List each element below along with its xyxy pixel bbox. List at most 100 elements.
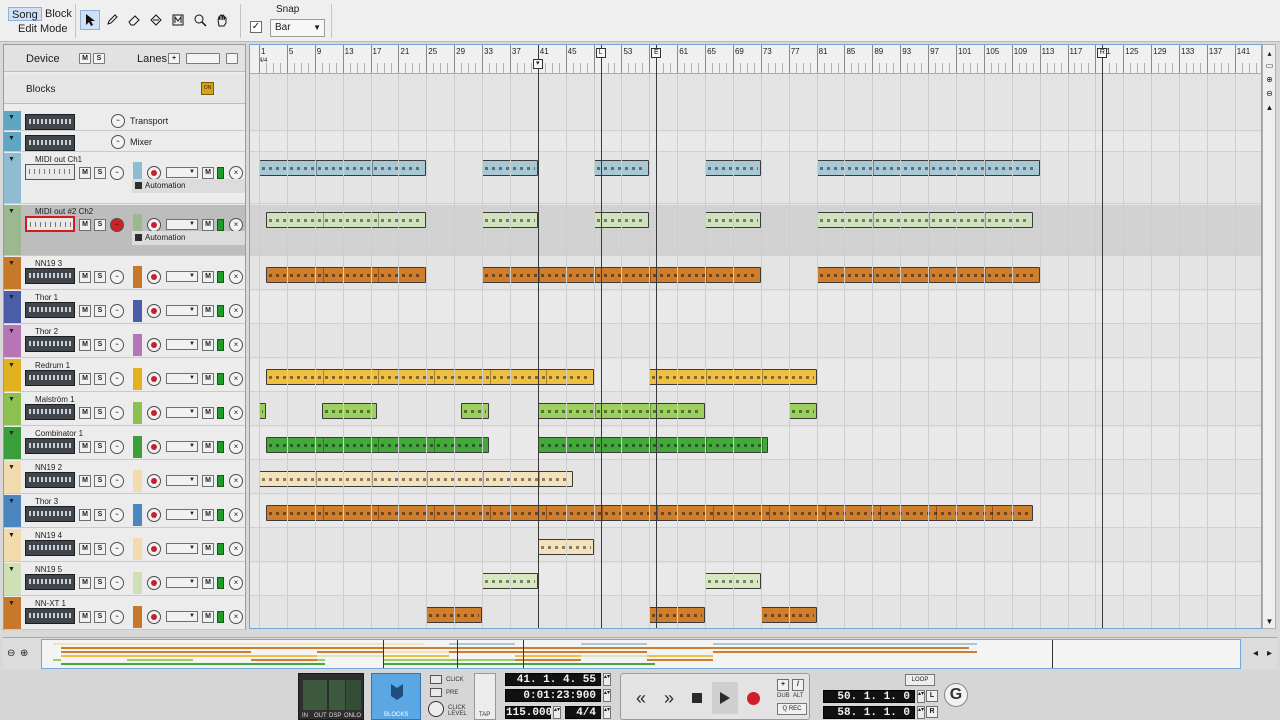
track-mute-button[interactable]: M bbox=[79, 271, 91, 283]
automation-icon[interactable]: ⌁ bbox=[110, 166, 124, 180]
signature-display[interactable]: 4/4 bbox=[565, 706, 601, 719]
track-row[interactable]: ▼ NN-XT 1 M S ⌁ ▼ M × bbox=[4, 597, 245, 630]
fast-forward-icon[interactable]: » bbox=[656, 682, 682, 714]
track-row[interactable]: ▼ Thor 3 M S ⌁ ▼ M × bbox=[4, 495, 245, 528]
track-mute-button[interactable]: M bbox=[79, 305, 91, 317]
automation-icon[interactable]: ⌁ bbox=[110, 440, 124, 454]
device-thumbnail[interactable] bbox=[25, 472, 75, 488]
track-row[interactable]: ▼ NN19 2 M S ⌁ ▼ M × bbox=[4, 461, 245, 494]
record-arm-icon[interactable] bbox=[147, 576, 161, 590]
track-mute-button[interactable]: M bbox=[79, 167, 91, 179]
track-solo-button[interactable]: S bbox=[94, 475, 106, 487]
rewind-icon[interactable]: « bbox=[628, 682, 654, 714]
track-lane[interactable] bbox=[250, 325, 1261, 358]
track-row[interactable]: ▼ Malström 1 M S ⌁ ▼ M × bbox=[4, 393, 245, 426]
delete-lane-icon[interactable]: × bbox=[229, 372, 243, 386]
clip[interactable] bbox=[265, 212, 427, 228]
collapse-triangle-icon[interactable]: ▼ bbox=[8, 566, 15, 573]
automation-icon[interactable]: ⌁ bbox=[110, 508, 124, 522]
solo-all-button[interactable]: S bbox=[93, 53, 105, 64]
lane-options-button[interactable] bbox=[186, 53, 220, 64]
track-mute-button[interactable]: M bbox=[79, 475, 91, 487]
track-mute-button[interactable]: M bbox=[79, 339, 91, 351]
automation-icon[interactable]: ⌁ bbox=[110, 270, 124, 284]
clip[interactable] bbox=[816, 212, 1033, 228]
clip[interactable] bbox=[259, 402, 266, 419]
click-level-knob[interactable] bbox=[428, 701, 444, 717]
tap-button[interactable]: TAP bbox=[474, 673, 496, 720]
collapse-triangle-icon[interactable]: ▼ bbox=[8, 135, 15, 142]
lane-mute-button[interactable]: M bbox=[202, 441, 214, 453]
device-thumbnail[interactable] bbox=[25, 164, 75, 180]
track-lane[interactable] bbox=[250, 132, 1261, 152]
delete-lane-icon[interactable]: × bbox=[229, 166, 243, 180]
clip[interactable] bbox=[265, 266, 427, 283]
lane-mute-button[interactable]: M bbox=[202, 611, 214, 623]
record-arm-icon[interactable] bbox=[147, 218, 161, 232]
lane-select[interactable]: ▼ bbox=[166, 441, 198, 452]
loop-left-spinner[interactable]: ▴▾ bbox=[917, 690, 925, 703]
delete-lane-icon[interactable]: × bbox=[229, 304, 243, 318]
track-row[interactable]: ▼ ⌁ Mixer bbox=[4, 132, 245, 152]
lane-select[interactable]: ▼ bbox=[166, 407, 198, 418]
track-solo-button[interactable]: S bbox=[94, 339, 106, 351]
eraser-tool-icon[interactable] bbox=[124, 10, 144, 30]
mode-block-button[interactable]: Block bbox=[42, 7, 75, 21]
lane-select[interactable]: ▼ bbox=[166, 611, 198, 622]
automation-icon[interactable]: ⌁ bbox=[110, 576, 124, 590]
record-arm-icon[interactable] bbox=[147, 440, 161, 454]
device-thumbnail[interactable] bbox=[25, 506, 75, 522]
lane-settings-button[interactable] bbox=[226, 53, 238, 64]
overview-scroll-area[interactable] bbox=[41, 639, 1241, 669]
lane-mute-button[interactable]: M bbox=[202, 373, 214, 385]
blocks-on-toggle[interactable]: ON bbox=[201, 82, 214, 95]
automation-icon[interactable]: ⌁ bbox=[110, 338, 124, 352]
tempo-spinner[interactable]: ▴▾ bbox=[553, 706, 561, 719]
track-row[interactable]: ▼ Thor 2 M S ⌁ ▼ M × bbox=[4, 325, 245, 358]
song-position-display[interactable]: 41. 1. 4. 55 bbox=[505, 673, 601, 686]
lane-select[interactable]: ▼ bbox=[166, 543, 198, 554]
clip[interactable] bbox=[265, 436, 489, 453]
select-tool-icon[interactable] bbox=[80, 10, 100, 30]
track-solo-button[interactable]: S bbox=[94, 577, 106, 589]
automation-icon[interactable]: ⌁ bbox=[110, 542, 124, 556]
collapse-triangle-icon[interactable]: ▼ bbox=[8, 156, 15, 163]
collapse-triangle-icon[interactable]: ▼ bbox=[8, 396, 15, 403]
lane-mute-button[interactable]: M bbox=[202, 271, 214, 283]
lane-mute-button[interactable]: M bbox=[202, 475, 214, 487]
q-rec-button[interactable]: Q REC bbox=[777, 703, 807, 715]
delete-lane-icon[interactable]: × bbox=[229, 218, 243, 232]
automation-icon[interactable]: ⌁ bbox=[110, 304, 124, 318]
automation-icon[interactable]: ⌁ bbox=[110, 474, 124, 488]
track-row[interactable]: ▼ Redrum 1 M S ⌁ ▼ M × bbox=[4, 359, 245, 392]
lane-select[interactable]: ▼ bbox=[166, 167, 198, 178]
track-mute-button[interactable]: M bbox=[79, 407, 91, 419]
lane-select[interactable]: ▼ bbox=[166, 373, 198, 384]
play-icon[interactable] bbox=[712, 682, 738, 714]
snap-checkbox[interactable]: ✓ bbox=[250, 21, 262, 33]
pre-toggle[interactable] bbox=[430, 688, 442, 697]
lane-select[interactable]: ▼ bbox=[166, 577, 198, 588]
track-mute-button[interactable]: M bbox=[79, 577, 91, 589]
lane-select[interactable]: ▼ bbox=[166, 219, 198, 230]
add-lane-button[interactable]: + bbox=[168, 53, 180, 64]
magnify-tool-icon[interactable] bbox=[190, 10, 210, 30]
blocks-toggle-button[interactable]: BLOCKS bbox=[371, 673, 421, 720]
record-icon[interactable] bbox=[740, 682, 766, 714]
device-thumbnail[interactable] bbox=[25, 336, 75, 352]
record-arm-icon[interactable] bbox=[147, 406, 161, 420]
collapse-triangle-icon[interactable]: ▼ bbox=[8, 294, 15, 301]
track-solo-button[interactable]: S bbox=[94, 407, 106, 419]
marker-flag[interactable]: E bbox=[651, 48, 662, 58]
device-thumbnail[interactable] bbox=[25, 540, 75, 556]
loop-right-display[interactable]: 58. 1. 1. 0 bbox=[823, 706, 915, 719]
device-thumbnail[interactable] bbox=[25, 574, 75, 590]
marker-line[interactable] bbox=[600, 45, 602, 628]
pencil-tool-icon[interactable] bbox=[102, 10, 122, 30]
lane-mute-button[interactable]: M bbox=[202, 219, 214, 231]
loop-left-button[interactable]: L bbox=[926, 690, 938, 702]
lane-mute-button[interactable]: M bbox=[202, 509, 214, 521]
collapse-triangle-icon[interactable]: ▼ bbox=[8, 464, 15, 471]
delete-lane-icon[interactable]: × bbox=[229, 542, 243, 556]
lane-select[interactable]: ▼ bbox=[166, 339, 198, 350]
